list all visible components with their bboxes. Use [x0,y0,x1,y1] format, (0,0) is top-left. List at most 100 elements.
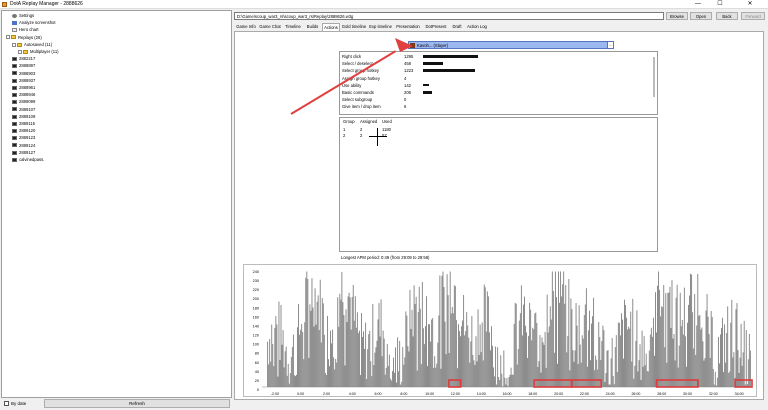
apm-bar [343,315,345,387]
apm-bar [709,357,711,387]
apm-bar [736,303,738,387]
gear-icon [12,13,17,18]
tree-item[interactable]: 2889123 [12,135,35,141]
apm-bar [411,309,413,387]
tab-gold-timeline[interactable]: Gold timeline [341,23,367,31]
apm-bar [376,340,378,387]
apm-bar [340,299,342,387]
apm-bar [548,326,550,387]
tree-item[interactable]: 2882217 [12,56,35,62]
browse-button[interactable]: Browse [666,12,688,20]
minimize-button[interactable]: — [688,0,708,9]
apm-bar [320,342,322,387]
tree-item[interactable]: Settings [12,13,34,19]
replay-tree[interactable]: Settings Analyze screenshot Hero chart Repl… [1,10,232,398]
tree-item[interactable]: 2889124 [12,143,35,149]
apm-bar [326,315,328,387]
tab-game-info[interactable]: Game Info [235,23,257,31]
back-button[interactable]: Back [716,12,738,20]
close-button[interactable]: ✕ [740,0,760,9]
tab-dotpresent[interactable]: DotPresent [423,23,449,31]
maximize-button[interactable]: ☐ [710,0,730,9]
apm-bar [453,285,455,387]
apm-bar [533,329,535,387]
tab-action-log[interactable]: Action Log [465,23,489,31]
tab-timeline[interactable]: Timeline [283,23,303,31]
tree-item[interactable]: 2889127 [12,150,35,156]
apm-bar [716,377,718,387]
by-date-checkbox[interactable] [4,401,9,406]
tree-item[interactable]: 2888961 [12,85,35,91]
apm-bar [330,330,331,387]
apm-bar [698,315,700,387]
apm-bar [521,335,523,387]
tree-item-label: Multiplayer (11) [30,49,59,54]
apm-bar [356,312,358,387]
tree-item[interactable]: 2889120 [12,128,35,134]
tab-presentation[interactable]: Presentation [394,23,422,31]
apm-bar [516,364,518,387]
open-button[interactable]: Open [690,12,712,20]
apm-bar [345,309,347,387]
tab-actions[interactable]: Actions [322,23,340,31]
apm-bar [520,285,522,387]
tree-item[interactable]: 2889099 [12,99,35,105]
apm-bar [452,313,454,387]
apm-bar [374,352,376,387]
tree-item[interactable]: Multiplayer (11) [18,49,59,55]
tree-item[interactable]: Analyze screenshot [12,20,56,26]
tree-item[interactable]: 2888937 [12,78,35,84]
app-icon [2,2,7,7]
apm-bar [726,333,728,387]
apm-bar [589,310,590,387]
apm-bar [683,287,685,387]
y-tick-label: 240 [253,270,259,274]
apm-bar [430,341,432,387]
apm-bar [423,344,425,387]
y-tick-label: 120 [253,334,259,338]
dropdown-arrow-icon[interactable]: ... [607,42,613,48]
apm-bar [434,356,436,387]
apm-bar [390,380,392,387]
tree-item[interactable]: 2888897 [12,63,35,69]
group-cell: 57 [382,133,387,138]
tab-exp-timeline[interactable]: Exp timeline [368,23,393,31]
apm-bar [357,333,359,387]
tree-item[interactable]: 2888903 [12,71,35,77]
refresh-button[interactable]: Refresh [44,399,230,408]
apm-bar [586,366,588,387]
expand-icon[interactable] [6,35,10,40]
apm-bar [283,367,285,387]
tree-item[interactable]: 2889115 [12,121,35,127]
player-select[interactable]: Kavoh... (Slayer) ... [408,41,614,49]
tree-item[interactable]: Hero chart [12,27,39,33]
tab-draft[interactable]: Draft [450,23,464,31]
tab-game-chat[interactable]: Game Chat [258,23,282,31]
apm-bar [742,352,744,387]
apm-bar [591,323,592,387]
expand-icon[interactable] [12,42,16,47]
tree-item[interactable]: Autosaved (11) [12,42,52,48]
stats-scrollbar[interactable] [653,57,655,97]
replay-path-field[interactable]: D:\Game\scoup_war3_rs\scoup_war3_rs\Repl… [234,12,664,20]
tree-item-label: Hero chart [19,27,39,33]
apm-bar [525,325,526,387]
expand-icon[interactable] [18,49,22,54]
apm-bar [288,383,290,387]
tree-item[interactable]: 2889107 [12,107,35,113]
apm-bar [725,362,727,387]
apm-bar [637,371,639,387]
tab-builds[interactable]: Builds [304,23,321,31]
apm-bar [477,309,479,387]
apm-bar [471,316,473,387]
replay-icon [12,93,17,98]
apm-bar [293,375,295,387]
forward-button[interactable]: Forward [741,12,765,20]
tree-item[interactable]: 2888946 [12,92,35,98]
tree-item[interactable]: 2889109 [12,114,35,120]
apm-bar [388,354,390,387]
tree-item[interactable]: calvinedpass. [12,157,44,163]
tree-item[interactable]: Replays (26) [6,35,42,41]
apm-bar [296,374,297,387]
apm-bar [308,357,310,387]
